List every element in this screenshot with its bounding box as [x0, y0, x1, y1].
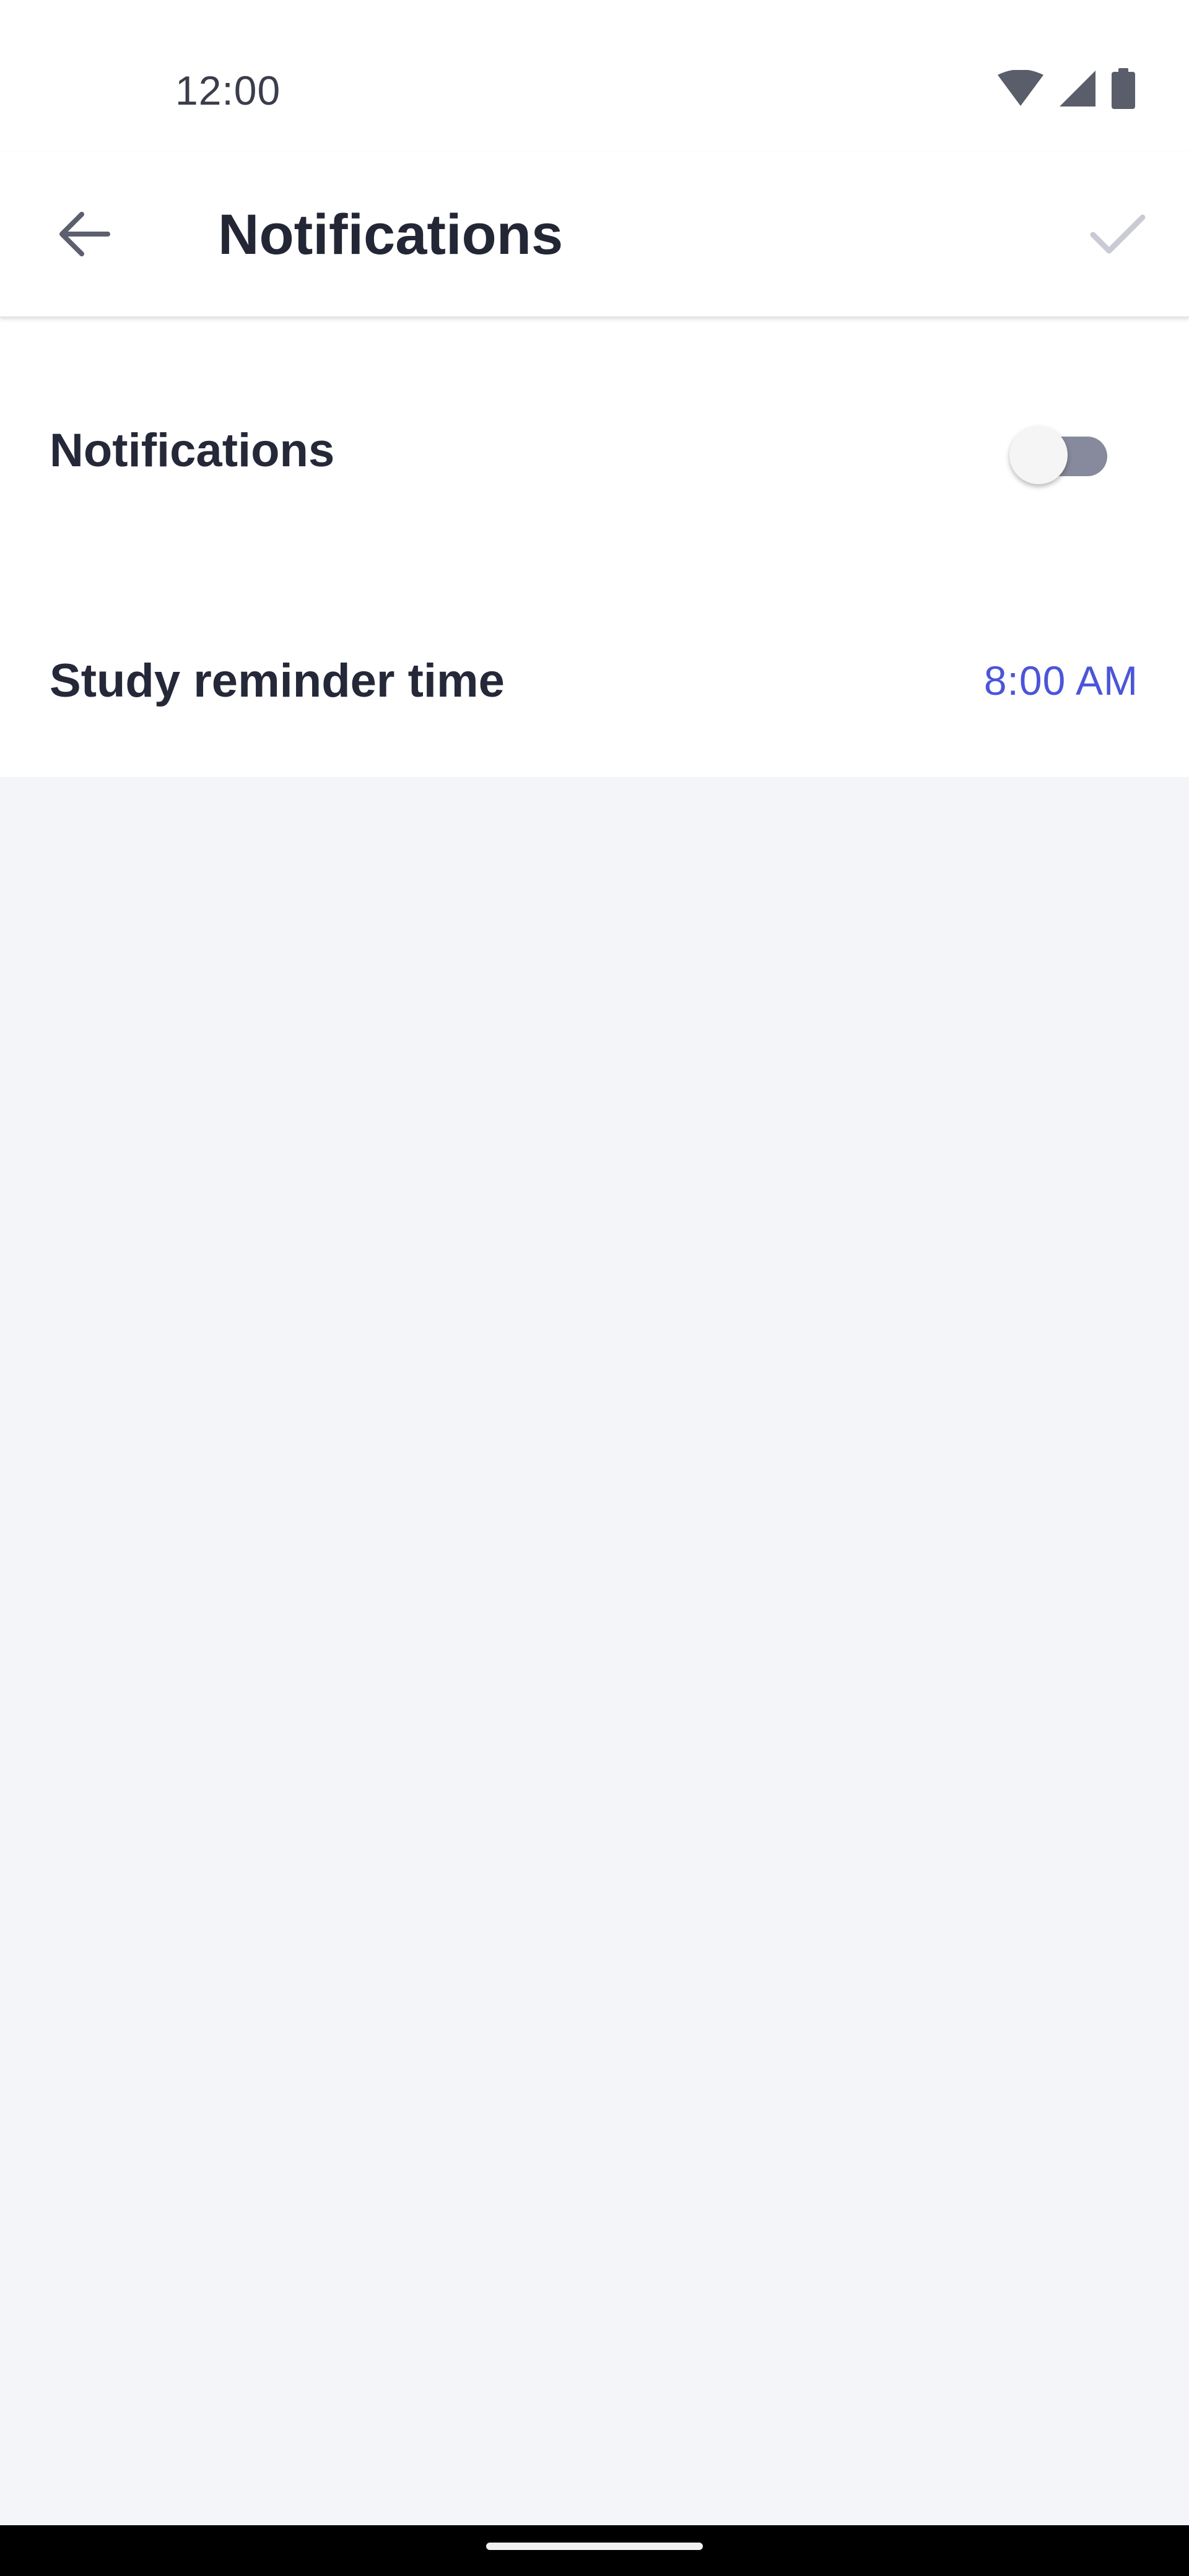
study-reminder-time-value[interactable]: 8:00 AM: [984, 657, 1138, 704]
notifications-label: Notifications: [50, 424, 335, 477]
system-navigation-bar: [0, 2525, 1189, 2576]
battery-icon: [1110, 68, 1136, 112]
wifi-icon: [996, 69, 1045, 110]
study-reminder-row[interactable]: Study reminder time 8:00 AM: [0, 588, 1189, 773]
page-title: Notifications: [218, 203, 564, 266]
settings-card: Notifications Study reminder time 8:00 A…: [0, 318, 1189, 777]
arrow-left-icon: [57, 211, 110, 261]
app-bar: Notifications: [0, 152, 1189, 318]
checkmark-icon: [1089, 212, 1146, 259]
status-bar: 12:00: [0, 0, 1189, 152]
status-icons: [996, 68, 1136, 112]
study-reminder-label: Study reminder time: [50, 654, 505, 707]
status-time: 12:00: [175, 67, 281, 113]
confirm-button[interactable]: [1071, 189, 1164, 282]
cellular-signal-icon: [1058, 69, 1097, 111]
notifications-toggle[interactable]: [1009, 419, 1108, 484]
toggle-thumb: [1009, 426, 1068, 484]
notifications-row[interactable]: Notifications: [0, 357, 1189, 543]
back-button[interactable]: [37, 189, 130, 282]
home-indicator[interactable]: [486, 2543, 703, 2550]
